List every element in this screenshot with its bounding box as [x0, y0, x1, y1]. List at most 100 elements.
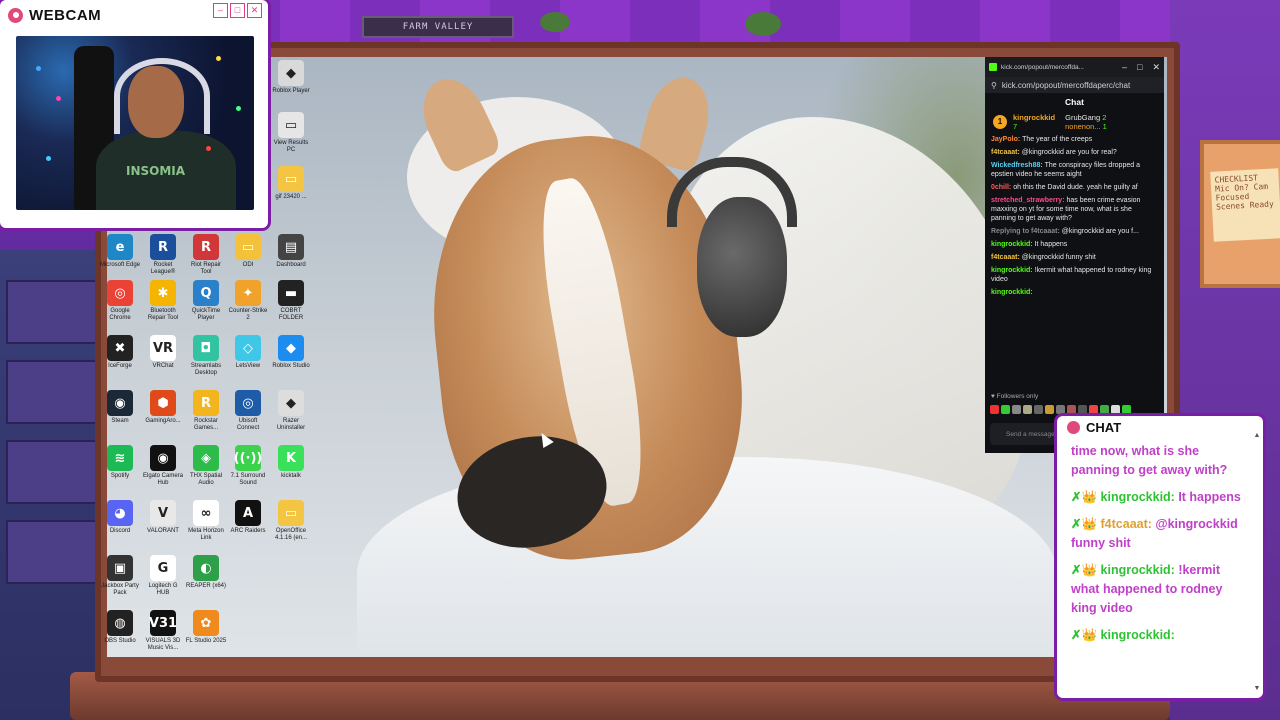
- desktop-icon[interactable]: V VALORANT: [142, 500, 184, 535]
- chat-message: f4tcaaat: @kingrockkid funny shit: [991, 253, 1158, 262]
- chat-username[interactable]: JayPolo:: [991, 136, 1022, 143]
- minimize-icon[interactable]: –: [213, 3, 228, 18]
- leader-2-count: 2: [1102, 113, 1107, 122]
- desktop-icon-label: THX Spatial Audio: [189, 473, 222, 486]
- maximize-icon[interactable]: □: [1137, 62, 1142, 73]
- desktop-icon[interactable]: A ARC Raiders: [227, 500, 269, 535]
- desktop-icon-label: Meta Horizon Link: [188, 528, 224, 541]
- desktop-icon[interactable]: ▭ gif 23420 ...: [270, 166, 312, 201]
- desktop-icon[interactable]: R Rockstar Games...: [185, 390, 227, 432]
- kick-message-list[interactable]: JayPolo: The year of the creeps f4tcaaat:…: [985, 133, 1164, 303]
- desktop-icon[interactable]: ▭ View Results PC: [270, 112, 312, 154]
- desktop-icon[interactable]: ◆ Roblox Player: [270, 60, 312, 95]
- chat-username[interactable]: kingrockkid:: [991, 267, 1035, 274]
- desktop-icon[interactable]: ▤ Dashboard: [270, 234, 312, 269]
- leader-3-name: nonenon...: [1065, 122, 1101, 131]
- roblox-icon: ◆: [278, 60, 304, 86]
- chat-username[interactable]: f4tcaaat:: [991, 254, 1022, 261]
- desktop-icon[interactable]: R Rocket League®: [142, 234, 184, 276]
- desktop-icon[interactable]: ◉ Elgato Camera Hub: [142, 445, 184, 487]
- chat-overlay-line: ✗👑 kingrockkid:: [1071, 626, 1241, 645]
- desktop-icon[interactable]: VR VRChat: [142, 335, 184, 370]
- desktop-icon[interactable]: ▭ OpenOffice 4.1.16 (en...: [270, 500, 312, 542]
- desktop-icon[interactable]: ◎ Ubisoft Connect: [227, 390, 269, 432]
- desktop-icon[interactable]: ▬ COBRT FOLDER: [270, 280, 312, 322]
- badge-icon: ✗👑: [1071, 517, 1101, 531]
- chat-username[interactable]: stretched_strawberry:: [991, 197, 1066, 204]
- desktop-icon[interactable]: R Riot Repair Tool: [185, 234, 227, 276]
- minimize-icon[interactable]: –: [1122, 62, 1127, 73]
- chat-scrollbar[interactable]: ▲ ▼: [1253, 432, 1261, 692]
- folder-icon: ▭: [278, 500, 304, 526]
- reaper-icon: ◐: [193, 555, 219, 581]
- kick-window-title: kick.com/popout/mercoffda...: [1001, 63, 1084, 71]
- chat-username[interactable]: kingrockkid:: [991, 289, 1033, 296]
- chat-username[interactable]: Wickedfresh88:: [991, 162, 1045, 169]
- chat-message-input[interactable]: Send a message: [990, 423, 1060, 445]
- desktop-icon[interactable]: Q QuickTime Player: [185, 280, 227, 322]
- desktop-icon-label: Spotify: [110, 473, 130, 479]
- scroll-down-icon[interactable]: ▼: [1253, 685, 1261, 692]
- desktop-icon[interactable]: ◐ REAPER (x64): [185, 555, 227, 590]
- desktop-icon[interactable]: ◇ LetsView: [227, 335, 269, 370]
- desktop-icon[interactable]: ◕ Discord: [99, 500, 141, 535]
- webcam-overlay: WEBCAM – □ ✕ INSOMIA: [0, 0, 268, 228]
- desktop-icon-label: REAPER (x64): [185, 583, 226, 589]
- file-icon: ▭: [278, 112, 304, 138]
- letsview-icon: ◇: [235, 335, 261, 361]
- desktop-icon[interactable]: ◍ OBS Studio: [99, 610, 141, 645]
- desktop-icon[interactable]: ◆ Roblox Studio: [270, 335, 312, 370]
- webcam-window-controls: – □ ✕: [213, 3, 262, 18]
- desktop-icon[interactable]: ✿ FL Studio 2025: [185, 610, 227, 645]
- desktop-icon[interactable]: ((·)) 7.1 Surround Sound: [227, 445, 269, 487]
- chat-text: @kingrockkid are you for real?: [1021, 149, 1117, 156]
- scroll-up-icon[interactable]: ▲: [1253, 432, 1261, 439]
- desktop-icon-label: 7.1 Surround Sound: [230, 473, 266, 486]
- desktop-icon[interactable]: ◈ THX Spatial Audio: [185, 445, 227, 487]
- chat-username[interactable]: f4tcaaat:: [991, 149, 1022, 156]
- desktop-icon[interactable]: ✖ IceForge: [99, 335, 141, 370]
- spotify-icon: ≋: [107, 445, 133, 471]
- kick-chat-window: kick.com/popout/mercoffda... – □ ✕ ⚲ kic…: [985, 57, 1164, 453]
- desktop-icon[interactable]: Kkicktalk: [270, 445, 312, 480]
- desktop-icon[interactable]: ◆ Razer Uninstaller: [270, 390, 312, 432]
- odi-icon: ▭: [235, 234, 261, 260]
- desktop-icon[interactable]: V31 VISUALS 3D Music Vis...: [142, 610, 184, 652]
- chat-message: f4tcaaat: @kingrockkid are you for real?: [991, 148, 1158, 157]
- desktop-icon[interactable]: ▣ Jackbox Party Pack: [99, 555, 141, 597]
- valorant-icon: V: [150, 500, 176, 526]
- chat-username[interactable]: Replying to f4tcaaat:: [991, 228, 1062, 235]
- kick-url-bar[interactable]: ⚲ kick.com/popout/mercoffdaperc/chat: [985, 77, 1164, 93]
- desktop-icon[interactable]: ◎ Google Chrome: [99, 280, 141, 322]
- desktop-icon[interactable]: e Microsoft Edge: [99, 234, 141, 269]
- chat-username[interactable]: kingrockkid:: [991, 241, 1035, 248]
- close-icon[interactable]: ✕: [1152, 62, 1160, 73]
- desktop-icon[interactable]: G Logitech G HUB: [142, 555, 184, 597]
- desktop-icon[interactable]: ≋ Spotify: [99, 445, 141, 480]
- v31-icon: V31: [149, 610, 177, 636]
- webcam-title-text: WEBCAM: [29, 6, 102, 24]
- folder-icon: ▭: [278, 166, 304, 192]
- headset-icon: [114, 58, 210, 134]
- desktop-icon[interactable]: ◉ Steam: [99, 390, 141, 425]
- desktop-icon-label: ARC Raiders: [230, 528, 266, 534]
- desktop-icon[interactable]: ◘ Streamlabs Desktop: [185, 335, 227, 377]
- desktop-icon[interactable]: ▭ ODI: [227, 234, 269, 269]
- chat-overlay-text: time now, what is she panning to get awa…: [1071, 444, 1228, 477]
- desktop-icon-label: OBS Studio: [104, 638, 136, 644]
- desktop-icon[interactable]: ∞ Meta Horizon Link: [185, 500, 227, 542]
- desktop-icon[interactable]: ✦ Counter-Strike 2: [227, 280, 269, 322]
- chat-message: kingrockkid: It happens: [991, 240, 1158, 249]
- site-settings-icon[interactable]: ⚲: [991, 81, 997, 90]
- chat-message: Replying to f4tcaaat: @kingrockkid are y…: [991, 227, 1158, 236]
- desktop-icon[interactable]: ✱ Bluetooth Repair Tool: [142, 280, 184, 322]
- arc-raiders-icon: A: [235, 500, 261, 526]
- chat-message: stretched_strawberry: has been crime eva…: [991, 196, 1158, 223]
- desktop-icon-label: gif 23420 ...: [275, 194, 307, 200]
- chat-username[interactable]: 0chill:: [991, 184, 1013, 191]
- chat-overlay-username: f4tcaaat:: [1100, 517, 1156, 531]
- close-icon[interactable]: ✕: [247, 3, 262, 18]
- desktop-icon-label: IceForge: [108, 363, 132, 369]
- maximize-icon[interactable]: □: [230, 3, 245, 18]
- desktop-icon[interactable]: ⬢ GamingAro...: [142, 390, 184, 425]
